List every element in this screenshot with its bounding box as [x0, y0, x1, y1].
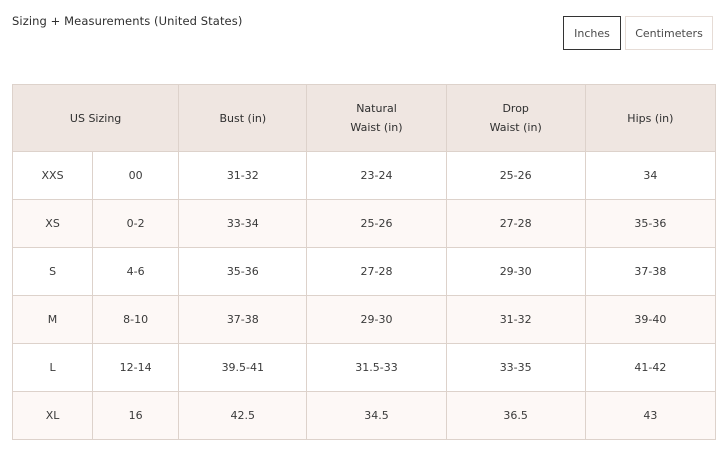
cell-us-size: 00	[92, 151, 180, 200]
cell-hips: 39-40	[584, 295, 717, 344]
cell-size: M	[11, 295, 94, 344]
header-natural-waist: Natural Waist (in)	[306, 84, 447, 152]
cell-hips: 34	[584, 151, 717, 200]
cell-size: XXS	[11, 151, 94, 200]
page-title: Sizing + Measurements (United States)	[12, 14, 243, 28]
cell-bust: 42.5	[178, 391, 308, 440]
cell-size: XS	[11, 199, 94, 248]
cell-bust: 33-34	[178, 199, 308, 248]
header-us-sizing: US Sizing	[11, 84, 180, 152]
cell-drop-waist: 33-35	[445, 343, 586, 392]
centimeters-button[interactable]: Centimeters	[625, 16, 713, 50]
cell-hips: 35-36	[584, 199, 717, 248]
table-row: XXS 00 31-32 23-24 25-26 34	[11, 151, 717, 200]
table-row: XL 16 42.5 34.5 36.5 43	[11, 391, 717, 440]
unit-toggle: Inches Centimeters	[563, 16, 713, 50]
cell-size: S	[11, 247, 94, 296]
header-drop-waist-line2: Waist (in)	[489, 121, 542, 134]
table-row: L 12-14 39.5-41 31.5-33 33-35 41-42	[11, 343, 717, 392]
size-chart-table: US Sizing Bust (in) Natural Waist (in) D…	[11, 84, 717, 440]
cell-size: XL	[11, 391, 94, 440]
cell-drop-waist: 36.5	[445, 391, 586, 440]
cell-size: L	[11, 343, 94, 392]
header-natural-waist-line1: Natural	[356, 102, 397, 115]
inches-button[interactable]: Inches	[563, 16, 621, 50]
cell-natural-waist: 29-30	[306, 295, 447, 344]
cell-us-size: 12-14	[92, 343, 180, 392]
cell-hips: 43	[584, 391, 717, 440]
cell-us-size: 0-2	[92, 199, 180, 248]
header-natural-waist-line2: Waist (in)	[350, 121, 403, 134]
header-drop-waist: Drop Waist (in)	[445, 84, 586, 152]
cell-hips: 37-38	[584, 247, 717, 296]
cell-drop-waist: 31-32	[445, 295, 586, 344]
table-header-row: US Sizing Bust (in) Natural Waist (in) D…	[11, 84, 717, 152]
table-row: XS 0-2 33-34 25-26 27-28 35-36	[11, 199, 717, 248]
cell-bust: 39.5-41	[178, 343, 308, 392]
cell-natural-waist: 34.5	[306, 391, 447, 440]
cell-us-size: 4-6	[92, 247, 180, 296]
header-drop-waist-line1: Drop	[502, 102, 529, 115]
cell-us-size: 16	[92, 391, 180, 440]
cell-bust: 37-38	[178, 295, 308, 344]
cell-hips: 41-42	[584, 343, 717, 392]
cell-bust: 31-32	[178, 151, 308, 200]
cell-natural-waist: 31.5-33	[306, 343, 447, 392]
header-bust: Bust (in)	[178, 84, 308, 152]
cell-natural-waist: 27-28	[306, 247, 447, 296]
table-row: M 8-10 37-38 29-30 31-32 39-40	[11, 295, 717, 344]
cell-drop-waist: 25-26	[445, 151, 586, 200]
cell-us-size: 8-10	[92, 295, 180, 344]
cell-drop-waist: 27-28	[445, 199, 586, 248]
cell-bust: 35-36	[178, 247, 308, 296]
cell-drop-waist: 29-30	[445, 247, 586, 296]
sizing-page: Sizing + Measurements (United States) In…	[0, 0, 728, 450]
header-hips: Hips (in)	[584, 84, 717, 152]
cell-natural-waist: 25-26	[306, 199, 447, 248]
table-row: S 4-6 35-36 27-28 29-30 37-38	[11, 247, 717, 296]
cell-natural-waist: 23-24	[306, 151, 447, 200]
